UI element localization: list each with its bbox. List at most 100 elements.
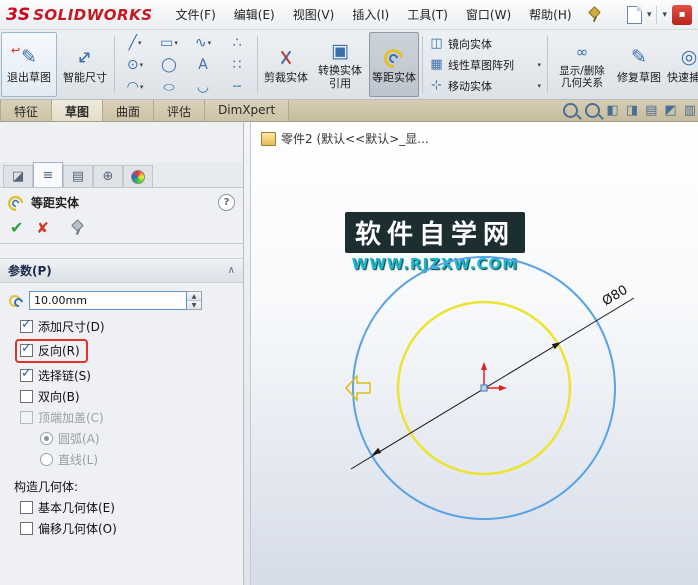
diameter-dimension-text[interactable]: Ø80: [600, 283, 631, 310]
property-manager-header: 等距实体 ?: [0, 188, 243, 215]
ok-button[interactable]: ✔: [10, 218, 23, 237]
panel-splitter[interactable]: [244, 122, 251, 585]
view-orientation-icon[interactable]: ▤: [645, 103, 657, 118]
dots-tool-button[interactable]: ∷: [220, 54, 254, 76]
tab-surfaces[interactable]: 曲面: [103, 100, 155, 121]
parameters-group-header[interactable]: 参数(P) ∧: [0, 258, 243, 283]
tab-feature-manager[interactable]: ◪: [3, 165, 33, 187]
tab-configuration-manager[interactable]: ▤: [63, 165, 93, 187]
chevron-down-icon[interactable]: ▾: [174, 39, 178, 47]
convert-entities-icon: ▣: [331, 39, 349, 62]
linear-pattern-button[interactable]: ▦ 线性草图阵列 ▾: [426, 55, 544, 74]
checkbox-offset-geometry[interactable]: 偏移几何体(O): [20, 520, 237, 537]
menu-pin-icon[interactable]: [587, 7, 602, 22]
menu-file[interactable]: 文件(F): [167, 1, 225, 28]
exit-sketch-button[interactable]: ✎ ↩ 退出草图: [1, 32, 57, 97]
menu-help[interactable]: 帮助(H): [520, 1, 580, 28]
rectangle-tool-button[interactable]: ▭ ▾: [152, 32, 186, 54]
resources-icon[interactable]: ▪: [672, 4, 692, 25]
text-tool-button[interactable]: A: [186, 54, 220, 76]
chevron-down-icon[interactable]: ▾: [208, 39, 212, 47]
chevron-down-icon[interactable]: ▾: [647, 10, 652, 20]
distance-spinner[interactable]: ▲ ▼: [187, 291, 202, 310]
offset-direction-arrow-icon[interactable]: [344, 374, 371, 402]
menu-insert[interactable]: 插入(I): [343, 1, 398, 28]
zoom-area-icon[interactable]: [584, 103, 600, 118]
tab-property-manager[interactable]: ≡: [33, 162, 63, 187]
previous-view-icon[interactable]: ◧: [607, 103, 619, 118]
centerline-tool-button[interactable]: ╌: [220, 76, 254, 98]
checkbox-box[interactable]: [20, 390, 33, 403]
cancel-button[interactable]: ✘: [36, 219, 49, 237]
radio-circle[interactable]: [40, 453, 53, 466]
radio-label: 圆弧(A): [58, 432, 100, 446]
checkbox-cap-ends[interactable]: 顶端加盖(C): [20, 409, 237, 426]
repair-sketch-button[interactable]: ✎ 修复草图: [615, 32, 663, 97]
keep-visible-pin-icon[interactable]: [70, 220, 85, 235]
radio-lines[interactable]: 直线(L): [40, 451, 237, 468]
tab-sketch[interactable]: 草图: [52, 100, 104, 121]
menu-window[interactable]: 窗口(W): [457, 1, 520, 28]
collapse-chevron-icon[interactable]: ∧: [228, 265, 235, 276]
tab-display-manager[interactable]: [123, 165, 153, 187]
checkbox-label: 偏移几何体(O): [38, 522, 117, 536]
tab-evaluate[interactable]: 评估: [154, 100, 206, 121]
spinner-down-icon[interactable]: ▼: [187, 301, 201, 309]
zoom-fit-icon[interactable]: [562, 103, 578, 118]
center-point[interactable]: [480, 384, 488, 392]
new-document-icon[interactable]: [626, 5, 642, 24]
offset-distance-input[interactable]: 10.00mm: [29, 291, 187, 310]
help-icon[interactable]: ?: [218, 194, 235, 211]
chevron-down-icon[interactable]: ▾: [662, 10, 667, 20]
convert-entities-button[interactable]: ▣ 转换实体引用: [313, 32, 367, 97]
menu-edit[interactable]: 编辑(E): [225, 1, 284, 28]
mirror-entities-button[interactable]: ◫ 镜向实体: [426, 34, 544, 53]
checkbox-box[interactable]: [20, 522, 33, 535]
smart-dimension-icon: ↔: [72, 44, 98, 71]
tab-dimxpert-manager[interactable]: ⊕: [93, 165, 123, 187]
quick-snaps-button[interactable]: ◎ 快速捕捉: [665, 32, 698, 97]
tab-dimxpert[interactable]: DimXpert: [205, 100, 290, 121]
checkbox-bidirectional[interactable]: 双向(B): [20, 388, 237, 405]
radio-arcs[interactable]: 圆弧(A): [40, 430, 237, 447]
arc-tool-button[interactable]: ◠ ▾: [118, 76, 152, 98]
chevron-down-icon[interactable]: ▾: [537, 61, 541, 69]
checkbox-box[interactable]: [20, 501, 33, 514]
checkbox-box[interactable]: [20, 317, 33, 333]
checkbox-reverse[interactable]: 反向(R): [15, 339, 237, 363]
tab-features[interactable]: 特征: [0, 100, 53, 121]
menu-view[interactable]: 视图(V): [284, 1, 344, 28]
polygon-tool-button[interactable]: ◯: [152, 54, 186, 76]
checkbox-add-dimensions[interactable]: 添加尺寸(D): [20, 317, 237, 335]
display-style-icon[interactable]: ◩: [664, 103, 676, 118]
chevron-down-icon[interactable]: ▾: [537, 82, 541, 90]
radio-circle[interactable]: [40, 432, 53, 445]
graphics-area[interactable]: 零件2 (默认<<默认>_显... 软件自学网 WWW.RJZXW.COM Ø8…: [251, 122, 698, 585]
checkbox-box[interactable]: [20, 341, 33, 357]
chevron-down-icon[interactable]: ▾: [138, 39, 142, 47]
line-tool-button[interactable]: ╱ ▾: [118, 32, 152, 54]
sketch-canvas[interactable]: Ø80: [251, 122, 698, 585]
point-tool-button[interactable]: ∴: [220, 32, 254, 54]
trim-entities-button[interactable]: 剪裁实体: [261, 32, 311, 97]
checkbox-base-geometry[interactable]: 基本几何体(E): [20, 499, 237, 516]
hide-show-items-icon[interactable]: ▥: [684, 103, 696, 118]
spinner-up-icon[interactable]: ▲: [187, 292, 201, 301]
checkbox-box[interactable]: [20, 366, 33, 382]
menu-tools[interactable]: 工具(T): [398, 1, 457, 28]
smart-dimension-button[interactable]: ↔ 智能尺寸: [59, 32, 111, 97]
fillet-tool-button[interactable]: ◡: [186, 76, 220, 98]
checkbox-select-chain[interactable]: 选择链(S): [20, 366, 237, 384]
offset-entities-button[interactable]: 等距实体: [369, 32, 419, 97]
dimension-line[interactable]: [350, 297, 635, 470]
ellipse-tool-button[interactable]: ○: [152, 76, 186, 98]
section-view-icon[interactable]: ◨: [626, 103, 638, 118]
offset-entities-icon: [8, 195, 24, 211]
circle-tool-button[interactable]: ⊙ ▾: [118, 54, 152, 76]
chevron-down-icon[interactable]: ▾: [140, 61, 144, 69]
display-delete-relations-button[interactable]: ∞ 显示/删除几何关系: [551, 32, 613, 97]
spline-tool-button[interactable]: ∿ ▾: [186, 32, 220, 54]
checkbox-box[interactable]: [20, 411, 33, 424]
chevron-down-icon[interactable]: ▾: [140, 83, 144, 91]
move-entities-button[interactable]: ⊹ 移动实体 ▾: [426, 76, 544, 95]
